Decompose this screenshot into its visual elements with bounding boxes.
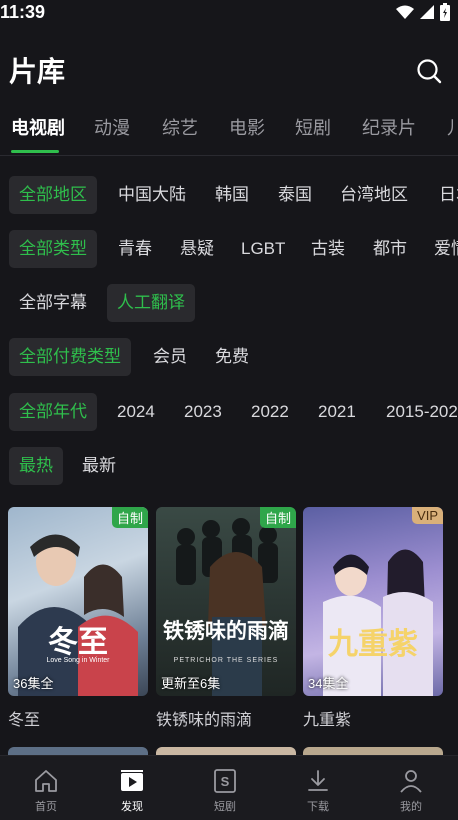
badge-original: 自制 <box>111 507 148 528</box>
filter-genre-romance[interactable]: 爱情 <box>424 230 458 268</box>
filter-region-mainland[interactable]: 中国大陆 <box>108 176 196 214</box>
filter-row-subtitle: 全部字幕 人工翻译 <box>0 284 458 324</box>
tab-movies[interactable]: 电影 <box>229 114 265 140</box>
poster-subtitle: Love Song in Winter <box>46 657 110 664</box>
filter-genre-urban[interactable]: 都市 <box>363 230 417 268</box>
show-card[interactable]: 铁锈味的雨滴 PETRICHOR THE SERIES 自制 更新至6集 铁锈味… <box>156 507 296 730</box>
nav-label: 首页 <box>35 801 57 813</box>
tab-tv-series[interactable]: 电视剧 <box>11 114 65 140</box>
wifi-icon <box>396 5 414 19</box>
show-card-peek[interactable] <box>156 747 296 755</box>
tab-short-drama[interactable]: 短剧 <box>295 114 331 140</box>
status-icons <box>396 3 450 21</box>
show-poster[interactable]: 九重紫 VIP 34集全 <box>303 507 443 696</box>
filter-region-korea[interactable]: 韩国 <box>205 176 259 214</box>
filter-subtitle-human-translation[interactable]: 人工翻译 <box>107 284 195 322</box>
filter-year-2024[interactable]: 2024 <box>107 393 165 431</box>
show-card[interactable]: 冬至 Love Song in Winter 自制 36集全 冬至 <box>8 507 148 730</box>
page-header: 片库 <box>9 50 442 90</box>
show-title[interactable]: 铁锈味的雨滴 <box>156 706 296 730</box>
filter-row-genre: 全部类型 青春 悬疑 LGBT 古装 都市 爱情 <box>0 230 458 270</box>
filter-row-region: 全部地区 中国大陆 韩国 泰国 台湾地区 日本 <box>0 176 458 216</box>
filter-year-2023[interactable]: 2023 <box>174 393 232 431</box>
search-icon[interactable] <box>416 58 442 84</box>
tab-kids[interactable]: 儿 <box>447 114 458 140</box>
sort-hottest[interactable]: 最热 <box>9 447 63 485</box>
filter-row-pay: 全部付费类型 会员 免费 <box>0 338 458 378</box>
poster-title: 九重紫 <box>328 627 418 662</box>
nav-profile[interactable]: 我的 <box>365 756 457 820</box>
show-poster[interactable]: 铁锈味的雨滴 PETRICHOR THE SERIES 自制 更新至6集 <box>156 507 296 696</box>
show-poster[interactable]: 冬至 Love Song in Winter 自制 36集全 <box>8 507 148 696</box>
show-card[interactable]: 九重紫 VIP 34集全 九重紫 <box>303 507 443 730</box>
home-icon <box>35 770 57 792</box>
filter-pay-free[interactable]: 免费 <box>205 338 259 376</box>
filter-year-2015-2020[interactable]: 2015-2020 <box>376 393 458 431</box>
sort-newest[interactable]: 最新 <box>72 447 126 485</box>
filter-subtitle-all[interactable]: 全部字幕 <box>9 284 97 322</box>
show-card-peek[interactable] <box>303 747 443 755</box>
filter-row-year: 全部年代 2024 2023 2022 2021 2015-2020 <box>0 393 458 433</box>
nav-label: 发现 <box>121 801 143 813</box>
badge-vip: VIP <box>412 507 443 524</box>
tabs-divider <box>0 155 458 156</box>
nav-label: 下载 <box>307 801 329 813</box>
badge-original: 自制 <box>259 507 296 528</box>
filter-pay-member[interactable]: 会员 <box>143 338 197 376</box>
filter-year-2022[interactable]: 2022 <box>241 393 299 431</box>
poster-title: 冬至 <box>48 625 108 660</box>
filter-genre-all[interactable]: 全部类型 <box>9 230 97 268</box>
nav-short-drama[interactable]: S 短剧 <box>179 756 271 820</box>
filter-pay-all[interactable]: 全部付费类型 <box>9 338 131 376</box>
svg-text:S: S <box>221 774 230 789</box>
episode-count: 更新至6集 <box>161 676 221 691</box>
show-title[interactable]: 冬至 <box>8 706 148 730</box>
poster-subtitle: PETRICHOR THE SERIES <box>173 657 279 664</box>
episode-count: 36集全 <box>13 676 54 691</box>
poster-art <box>176 518 278 696</box>
play-board-icon <box>121 770 143 791</box>
filter-genre-costume[interactable]: 古装 <box>301 230 355 268</box>
user-icon <box>400 770 422 793</box>
filter-year-all[interactable]: 全部年代 <box>9 393 97 431</box>
battery-icon <box>440 3 450 21</box>
tab-variety[interactable]: 综艺 <box>162 114 198 140</box>
nav-label: 我的 <box>400 801 422 813</box>
signal-icon <box>420 5 434 19</box>
filter-genre-mystery[interactable]: 悬疑 <box>170 230 224 268</box>
filter-region-all[interactable]: 全部地区 <box>9 176 97 214</box>
show-card-peek[interactable] <box>8 747 148 755</box>
nav-label: 短剧 <box>214 801 236 813</box>
filter-row-sort: 最热 最新 <box>0 447 458 487</box>
nav-download[interactable]: 下载 <box>272 756 364 820</box>
nav-discover[interactable]: 发现 <box>86 756 178 820</box>
active-tab-indicator <box>11 150 59 153</box>
status-bar: 11:39 <box>0 0 458 26</box>
filter-genre-youth[interactable]: 青春 <box>108 230 162 268</box>
show-title[interactable]: 九重紫 <box>303 706 443 730</box>
category-tabs: 电视剧 动漫 综艺 电影 短剧 纪录片 儿 <box>0 114 458 156</box>
download-icon <box>308 770 328 791</box>
poster-art <box>18 534 138 696</box>
status-time: 11:39 <box>0 2 46 22</box>
filter-genre-lgbt[interactable]: LGBT <box>231 230 295 268</box>
poster-art <box>323 549 433 696</box>
page-title: 片库 <box>9 56 66 87</box>
filter-region-thailand[interactable]: 泰国 <box>268 176 322 214</box>
episode-count: 34集全 <box>308 676 349 691</box>
short-drama-icon: S <box>214 769 236 793</box>
tab-anime[interactable]: 动漫 <box>94 114 130 140</box>
filter-region-japan[interactable]: 日本 <box>429 176 458 214</box>
filter-region-taiwan[interactable]: 台湾地区 <box>330 176 418 214</box>
poster-title: 铁锈味的雨滴 <box>163 618 289 643</box>
tab-documentary[interactable]: 纪录片 <box>362 114 416 140</box>
bottom-navigation: 首页 发现 S 短剧 下载 我的 <box>0 755 458 820</box>
filter-year-2021[interactable]: 2021 <box>308 393 366 431</box>
nav-home[interactable]: 首页 <box>0 756 92 820</box>
